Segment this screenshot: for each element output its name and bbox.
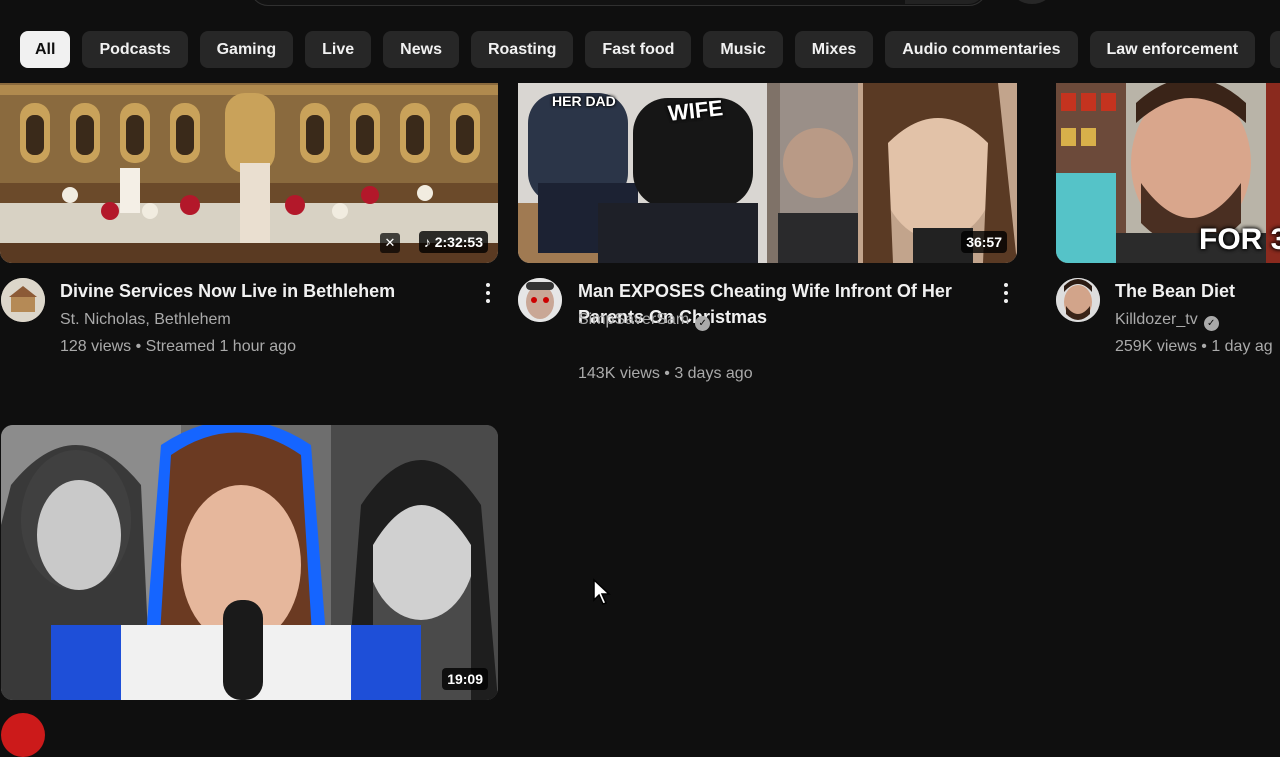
video-card[interactable]: FOR 3 The Bean Diet Killdozer_tv ✓ 259K v… [1055, 0, 1280, 400]
video-thumbnail[interactable]: FOR 3 [1056, 83, 1280, 263]
more-options-icon[interactable] [484, 281, 492, 305]
couple-thumbnail-image [518, 83, 1017, 263]
channel-avatar[interactable] [1056, 278, 1100, 322]
channel-avatar[interactable] [518, 278, 562, 322]
woman-podcast-thumbnail-image [1, 425, 498, 700]
voice-search-button[interactable] [1012, 0, 1052, 4]
video-card[interactable]: ♪ 2:32:53 ✕ Divine Services Now Live in … [0, 0, 500, 400]
video-title[interactable]: Divine Services Now Live in Bethlehem [60, 278, 470, 304]
video-card[interactable]: 19:09 [0, 425, 500, 757]
video-title[interactable]: The Bean Diet [1115, 278, 1235, 304]
video-thumbnail[interactable]: HER DAD WIFE 36:57 [518, 83, 1017, 263]
channel-name[interactable]: SimpSaverSam ✓ [578, 306, 711, 333]
video-duration-badge: 36:57 [961, 231, 1007, 253]
music-note-icon: ♪ [423, 234, 431, 250]
church-avatar-image [1, 278, 45, 322]
thumb-label-her-dad: HER DAD [552, 93, 616, 109]
verified-icon: ✓ [1203, 316, 1219, 331]
man-avatar-image [518, 278, 562, 322]
channel-name[interactable]: St. Nicholas, Bethlehem [60, 306, 231, 333]
video-thumbnail[interactable]: ♪ 2:32:53 ✕ [0, 83, 498, 263]
video-stats: 259K views • 1 day ag [1115, 338, 1273, 355]
mouse-cursor-icon [593, 578, 611, 605]
video-duration-badge: ♪ 2:32:53 [418, 231, 488, 253]
channel-name[interactable]: Killdozer_tv ✓ [1115, 306, 1219, 333]
video-stats: 128 views • Streamed 1 hour ago [60, 338, 296, 355]
bearded-man-avatar-image [1056, 278, 1100, 322]
video-duration-badge: 19:09 [442, 668, 488, 690]
verified-icon: ✓ [695, 316, 711, 331]
thumb-label-for-3: FOR 3 [1199, 223, 1280, 256]
video-stats: 143K views • 3 days ago [578, 365, 753, 382]
channel-avatar[interactable] [1, 278, 45, 322]
video-card[interactable]: HER DAD WIFE 36:57 Man EXPOSES Cheating … [517, 0, 1017, 400]
more-options-icon[interactable] [1002, 281, 1010, 305]
mute-icon[interactable]: ✕ [380, 233, 400, 253]
video-thumbnail[interactable]: 19:09 [1, 425, 498, 700]
